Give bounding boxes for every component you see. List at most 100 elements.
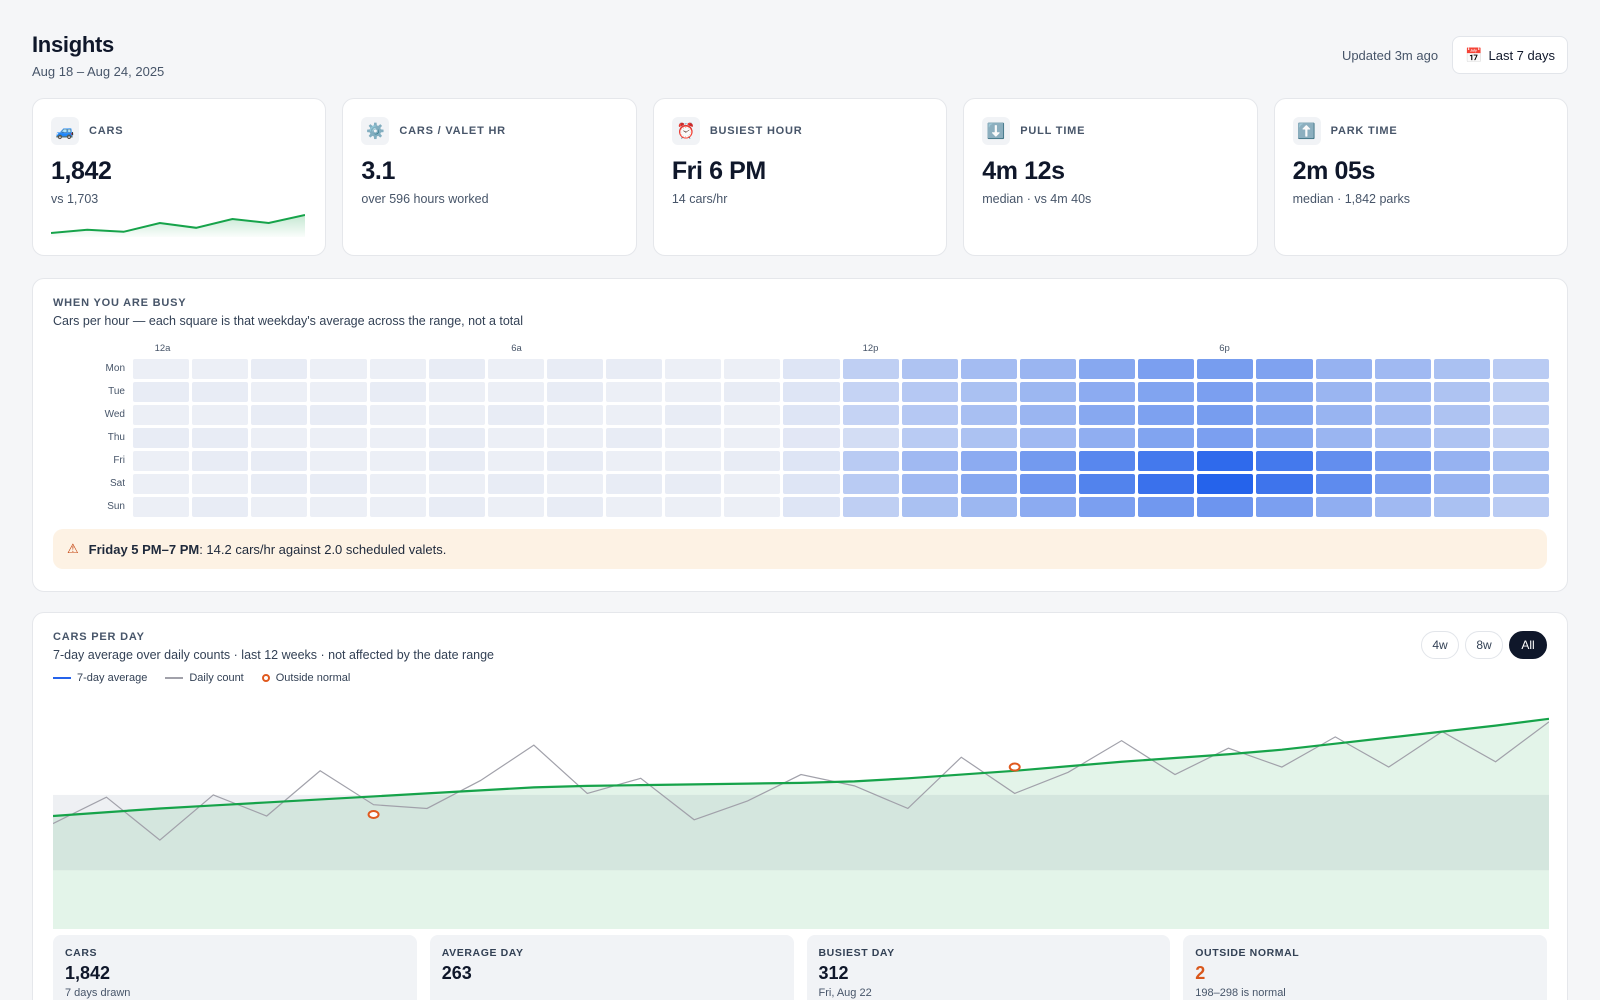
heatmap-cell[interactable] <box>1197 427 1254 448</box>
heatmap-cell[interactable] <box>1433 473 1490 494</box>
heatmap-cell[interactable] <box>724 381 781 402</box>
heatmap-cell[interactable] <box>192 427 249 448</box>
heatmap-cell[interactable] <box>1374 450 1431 471</box>
heatmap-cell[interactable] <box>1019 358 1076 379</box>
heatmap-cell[interactable] <box>1256 450 1313 471</box>
heatmap-cell[interactable] <box>960 450 1017 471</box>
heatmap-cell[interactable] <box>1433 358 1490 379</box>
heatmap-cell[interactable] <box>369 358 426 379</box>
heatmap-cell[interactable] <box>1079 358 1136 379</box>
heatmap-cell[interactable] <box>251 381 308 402</box>
heatmap-cell[interactable] <box>724 404 781 425</box>
heatmap-cell[interactable] <box>192 358 249 379</box>
heatmap-cell[interactable] <box>369 496 426 517</box>
heatmap-cell[interactable] <box>251 496 308 517</box>
heatmap-cell[interactable] <box>1315 473 1372 494</box>
heatmap-cell[interactable] <box>487 496 544 517</box>
heatmap-cell[interactable] <box>665 427 722 448</box>
heatmap-cell[interactable] <box>1138 496 1195 517</box>
heatmap-cell[interactable] <box>546 496 603 517</box>
heatmap-cell[interactable] <box>665 381 722 402</box>
heatmap-cell[interactable] <box>842 427 899 448</box>
heatmap-cell[interactable] <box>1138 358 1195 379</box>
heatmap-cell[interactable] <box>310 450 367 471</box>
heatmap-cell[interactable] <box>665 496 722 517</box>
heatmap-cell[interactable] <box>251 427 308 448</box>
heatmap-cell[interactable] <box>842 450 899 471</box>
heatmap-cell[interactable] <box>1315 450 1372 471</box>
heatmap-cell[interactable] <box>960 473 1017 494</box>
heatmap-cell[interactable] <box>192 404 249 425</box>
heatmap-cell[interactable] <box>192 450 249 471</box>
date-range-button[interactable]: 📅 Last 7 days <box>1452 36 1568 74</box>
heatmap-cell[interactable] <box>1197 496 1254 517</box>
heatmap-cell[interactable] <box>310 496 367 517</box>
heatmap-cell[interactable] <box>1374 358 1431 379</box>
heatmap-cell[interactable] <box>1315 496 1372 517</box>
heatmap-cell[interactable] <box>546 427 603 448</box>
heatmap-cell[interactable] <box>428 358 485 379</box>
heatmap-cell[interactable] <box>1197 381 1254 402</box>
heatmap-cell[interactable] <box>783 381 840 402</box>
heatmap-cell[interactable] <box>1197 473 1254 494</box>
heatmap-cell[interactable] <box>1433 381 1490 402</box>
heatmap-cell[interactable] <box>133 381 190 402</box>
heatmap-cell[interactable] <box>133 450 190 471</box>
kpi-card-cars-per-valet-hr[interactable]: ⚙️ CARS / VALET HR 3.1 over 596 hours wo… <box>342 98 637 256</box>
heatmap-cell[interactable] <box>783 473 840 494</box>
heatmap-cell[interactable] <box>133 473 190 494</box>
heatmap-cell[interactable] <box>1019 381 1076 402</box>
heatmap-cell[interactable] <box>428 381 485 402</box>
heatmap-cell[interactable] <box>1138 381 1195 402</box>
kpi-card-busiest-hour[interactable]: ⏰ BUSIEST HOUR Fri 6 PM 14 cars/hr <box>652 98 948 256</box>
heatmap-cell[interactable] <box>842 381 899 402</box>
heatmap-cell[interactable] <box>1374 473 1431 494</box>
heatmap-cell[interactable] <box>487 427 544 448</box>
heatmap-cell[interactable] <box>1433 427 1490 448</box>
heatmap-cell[interactable] <box>1315 404 1372 425</box>
heatmap-cell[interactable] <box>1492 450 1549 471</box>
heatmap-cell[interactable] <box>251 450 308 471</box>
heatmap-cell[interactable] <box>1492 496 1549 517</box>
heatmap-cell[interactable] <box>251 473 308 494</box>
heatmap-cell[interactable] <box>546 381 603 402</box>
heatmap-cell[interactable] <box>901 450 958 471</box>
heatmap-cell[interactable] <box>1256 404 1313 425</box>
heatmap-cell[interactable] <box>1256 358 1313 379</box>
heatmap-cell[interactable] <box>724 358 781 379</box>
heatmap-cell[interactable] <box>1492 358 1549 379</box>
heatmap-cell[interactable] <box>724 427 781 448</box>
heatmap-cell[interactable] <box>369 381 426 402</box>
heatmap-cell[interactable] <box>901 496 958 517</box>
heatmap-cell[interactable] <box>724 450 781 471</box>
heatmap-cell[interactable] <box>901 427 958 448</box>
heatmap-cell[interactable] <box>487 404 544 425</box>
heatmap-cell[interactable] <box>783 404 840 425</box>
range-toggle-4w[interactable]: 4w <box>1421 631 1459 659</box>
heatmap-cell[interactable] <box>901 404 958 425</box>
heatmap-cell[interactable] <box>1079 404 1136 425</box>
heatmap-cell[interactable] <box>1492 381 1549 402</box>
heatmap-cell[interactable] <box>310 473 367 494</box>
heatmap-cell[interactable] <box>606 404 663 425</box>
heatmap-cell[interactable] <box>1374 496 1431 517</box>
heatmap-cell[interactable] <box>606 427 663 448</box>
heatmap-cell[interactable] <box>192 496 249 517</box>
heatmap-cell[interactable] <box>1433 404 1490 425</box>
heatmap-cell[interactable] <box>1256 473 1313 494</box>
heatmap-cell[interactable] <box>960 358 1017 379</box>
heatmap-cell[interactable] <box>1492 404 1549 425</box>
heatmap-cell[interactable] <box>133 496 190 517</box>
heatmap-cell[interactable] <box>1197 358 1254 379</box>
heatmap-cell[interactable] <box>1256 381 1313 402</box>
heatmap-cell[interactable] <box>1019 496 1076 517</box>
heatmap-cell[interactable] <box>487 358 544 379</box>
heatmap-cell[interactable] <box>1019 404 1076 425</box>
heatmap-cell[interactable] <box>960 381 1017 402</box>
heatmap-cell[interactable] <box>251 358 308 379</box>
heatmap-cell[interactable] <box>1138 404 1195 425</box>
range-toggle-all[interactable]: All <box>1509 631 1547 659</box>
heatmap-cell[interactable] <box>546 358 603 379</box>
heatmap-cell[interactable] <box>606 496 663 517</box>
heatmap-cell[interactable] <box>1019 450 1076 471</box>
